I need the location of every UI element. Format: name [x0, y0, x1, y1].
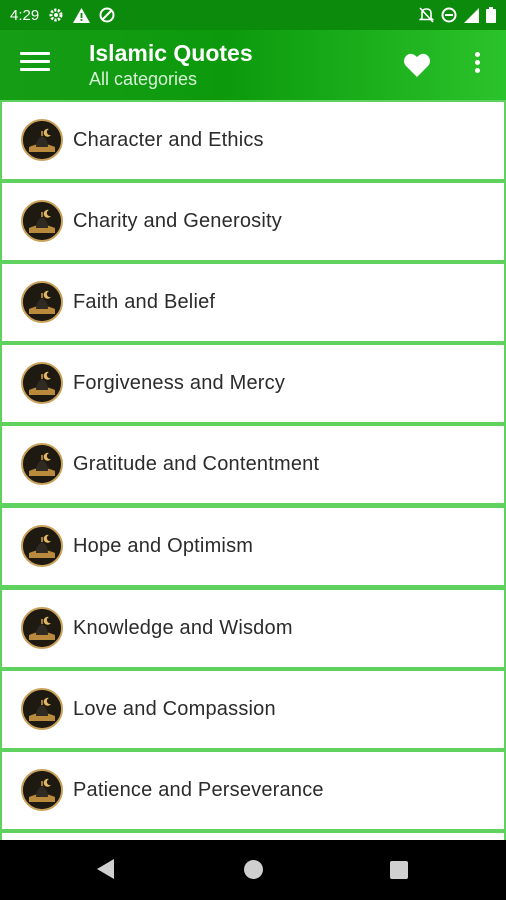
mosque-icon [21, 769, 63, 811]
menu-icon[interactable] [20, 52, 50, 78]
category-label: Charity and Generosity [73, 210, 282, 232]
category-label: Love and Compassion [73, 698, 276, 720]
category-item-partial[interactable] [2, 833, 504, 840]
status-time: 4:29 [10, 6, 40, 24]
app-subtitle: All categories [89, 69, 198, 89]
gear-icon [48, 7, 64, 23]
dnd-icon [441, 7, 457, 23]
category-item-charity-and-generosity[interactable]: Charity and Generosity [2, 183, 504, 260]
mosque-icon [21, 443, 63, 485]
recents-icon[interactable] [390, 861, 408, 879]
more-vert-icon[interactable] [470, 52, 484, 78]
signal-icon [464, 7, 479, 23]
heart-icon[interactable] [403, 52, 431, 78]
category-item-character-and-ethics[interactable]: Character and Ethics [2, 102, 504, 179]
category-label: Gratitude and Contentment [73, 453, 320, 475]
warning-icon [73, 7, 91, 23]
mosque-icon [21, 281, 63, 323]
category-item-patience-and-perseverance[interactable]: Patience and Perseverance [2, 752, 504, 829]
mosque-icon [21, 119, 63, 161]
home-icon[interactable] [244, 860, 263, 879]
category-label: Faith and Belief [73, 291, 216, 313]
status-right [419, 7, 496, 23]
category-label: Knowledge and Wisdom [73, 617, 293, 639]
category-label: Hope and Optimism [73, 535, 254, 557]
app-bar: Islamic Quotes All categories [0, 30, 506, 100]
status-bar: 4:29 [0, 0, 506, 30]
mosque-icon [21, 200, 63, 242]
mute-icon [419, 7, 434, 23]
mosque-icon [21, 525, 63, 567]
back-icon[interactable] [97, 859, 115, 884]
battery-icon [486, 7, 496, 23]
category-list: Character and Ethics Charity and Generos… [0, 100, 506, 840]
app-title: Islamic Quotes [89, 40, 253, 66]
category-label: Forgiveness and Mercy [73, 372, 286, 394]
category-item-gratitude-and-contentment[interactable]: Gratitude and Contentment [2, 426, 504, 503]
mosque-icon [21, 688, 63, 730]
system-nav-bar [0, 840, 506, 900]
mosque-icon [21, 607, 63, 649]
category-label: Patience and Perseverance [73, 779, 324, 801]
category-item-hope-and-optimism[interactable]: Hope and Optimism [2, 508, 504, 585]
category-item-faith-and-belief[interactable]: Faith and Belief [2, 264, 504, 341]
mosque-icon [21, 362, 63, 404]
app-titles: Islamic Quotes All categories [89, 39, 253, 91]
category-label: Character and Ethics [73, 129, 264, 151]
category-item-forgiveness-and-mercy[interactable]: Forgiveness and Mercy [2, 345, 504, 422]
status-left: 4:29 [10, 7, 115, 24]
category-item-love-and-compassion[interactable]: Love and Compassion [2, 671, 504, 748]
category-item-knowledge-and-wisdom[interactable]: Knowledge and Wisdom [2, 590, 504, 667]
do-not-disturb-icon [99, 7, 115, 23]
